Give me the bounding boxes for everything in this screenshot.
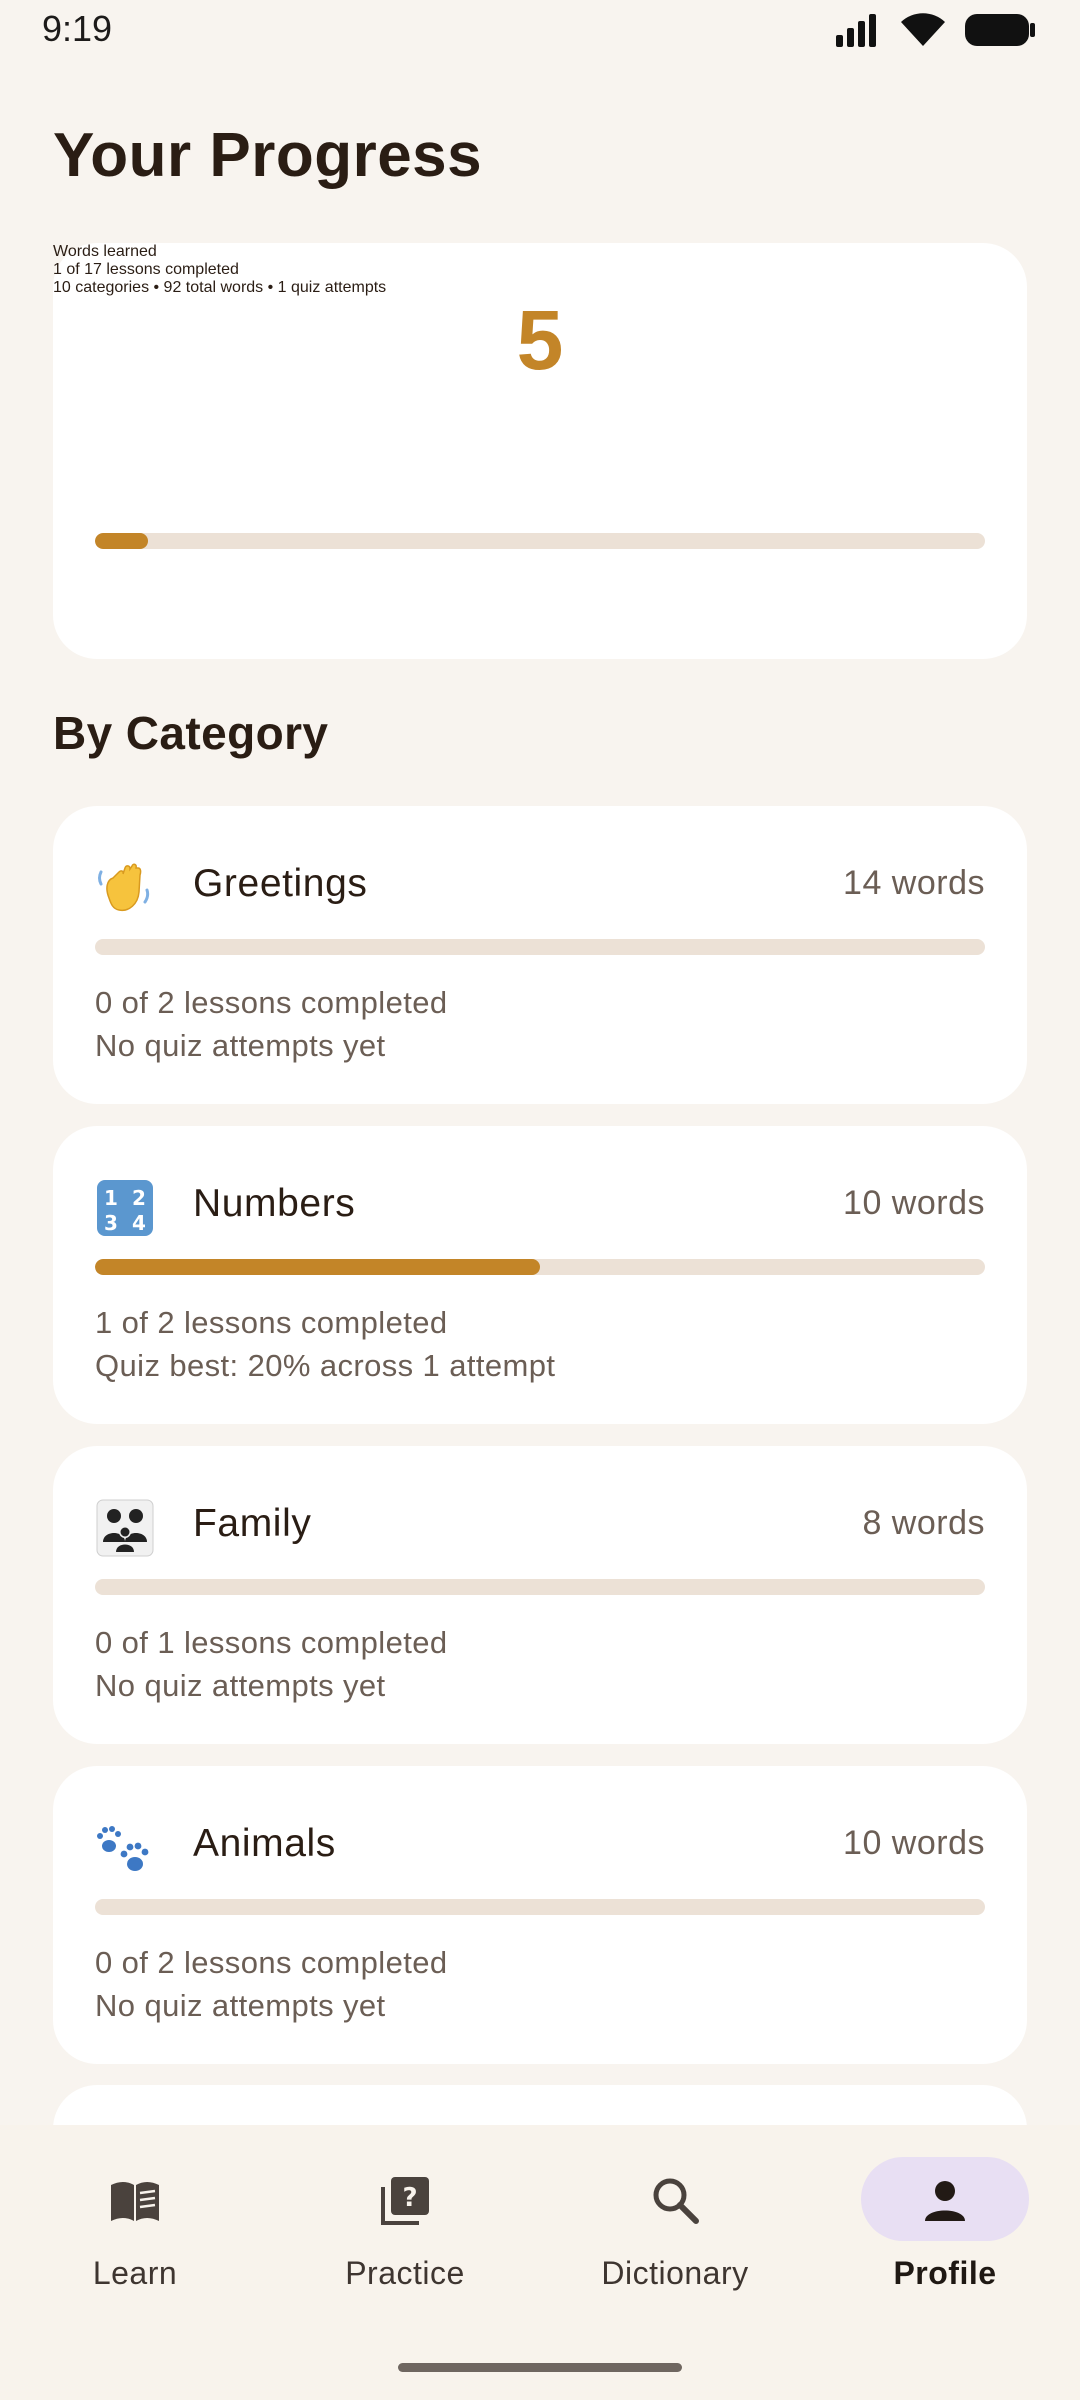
category-name: Numbers [193,1182,356,1225]
category-progress-fill [95,1259,540,1275]
category-name: Greetings [193,862,368,905]
category-lessons-text: 0 of 2 lessons completed [95,1945,448,1980]
category-progress-bar [95,1259,985,1275]
category-lessons-text: 1 of 2 lessons completed [95,1305,448,1340]
nav-label-learn: Learn [92,2255,178,2291]
family-icon [95,1498,155,1558]
nav-label-dictionary: Dictionary [601,2255,749,2291]
category-card-numbers[interactable]: 1 2 3 4 Numbers 10 words 1 of 2 lessons … [53,1126,1027,1424]
category-progress-bar [95,1579,985,1595]
category-name: Family [193,1502,312,1545]
category-card-family[interactable]: Family 8 words 0 of 1 lessons completed … [53,1446,1027,1744]
status-icons [834,12,1036,48]
cellular-signal-icon [836,14,876,47]
svg-text:3: 3 [104,1211,118,1235]
nav-item-profile[interactable]: Profile [810,2125,1080,2325]
nav-item-learn[interactable]: Learn [0,2125,270,2325]
quiz-icon: ? [381,2177,429,2225]
category-word-count: 8 words [862,1504,985,1542]
waving-hand-icon [95,858,155,918]
category-card-greetings[interactable]: Greetings 14 words 0 of 2 lessons comple… [53,806,1027,1104]
category-quiz-text: No quiz attempts yet [95,1668,386,1703]
category-lessons-text: 0 of 1 lessons completed [95,1625,448,1660]
words-learned-count: 5 [516,293,564,387]
battery-icon [965,14,1035,46]
person-icon [925,2181,965,2221]
category-quiz-text: Quiz best: 20% across 1 attempt [95,1348,556,1383]
category-name: Animals [193,1822,336,1865]
home-indicator[interactable] [398,2363,682,2372]
book-icon [111,2182,159,2221]
page-title: Your Progress [53,121,483,190]
status-time: 9:19 [42,8,113,49]
svg-text:?: ? [402,2183,417,2213]
category-word-count: 10 words [843,1824,985,1862]
category-progress-bar [95,1899,985,1915]
category-word-count: 14 words [843,864,985,902]
nav-item-practice[interactable]: ? Practice [270,2125,540,2325]
svg-text:4: 4 [132,1211,146,1235]
category-quiz-text: No quiz attempts yet [95,1028,386,1063]
numbers-input-icon: 1 2 3 4 [95,1178,155,1238]
bottom-navigation: Learn ? Practice Dictionary Profile [0,2125,1080,2400]
category-card-animals[interactable]: Animals 10 words 0 of 2 lessons complete… [53,1766,1027,2064]
category-progress-bar [95,939,985,955]
status-bar: 9:19 [0,0,1080,62]
category-quiz-text: No quiz attempts yet [95,1988,386,2023]
nav-label-practice: Practice [345,2255,465,2291]
category-word-count: 10 words [843,1184,985,1222]
wifi-icon [901,13,945,46]
nav-label-profile: Profile [893,2255,997,2291]
paw-prints-icon [95,1818,155,1878]
nav-item-dictionary[interactable]: Dictionary [540,2125,810,2325]
search-icon [653,2178,699,2224]
by-category-title: By Category [53,707,329,759]
category-lessons-text: 0 of 2 lessons completed [95,985,448,1020]
svg-text:1: 1 [104,1186,118,1210]
svg-text:2: 2 [132,1186,146,1210]
